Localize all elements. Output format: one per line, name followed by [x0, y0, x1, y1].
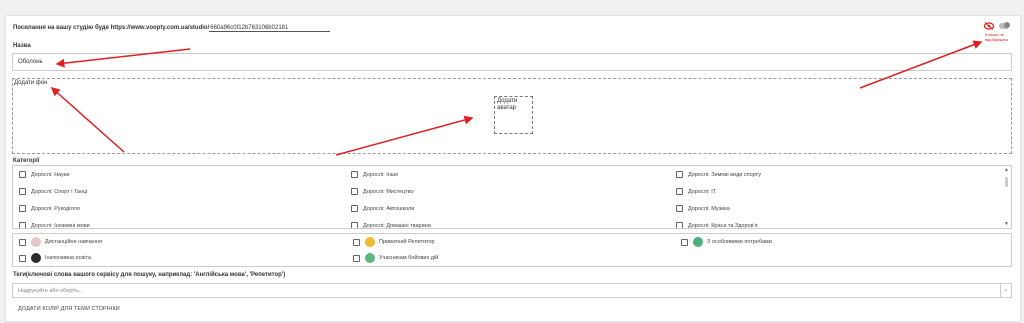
categories-scrollbar[interactable]: ▲ ▼ — [1003, 167, 1010, 228]
eye-off-icon[interactable] — [984, 22, 994, 30]
studio-link-input[interactable]: 660a96c0f12b763106b02181 — [209, 25, 331, 32]
studio-link-row: Посилання на вашу студію буде https://ww… — [13, 25, 331, 32]
special-option[interactable]: З особливими потребами — [681, 237, 772, 247]
checkbox[interactable] — [681, 238, 688, 246]
add-theme-color-button[interactable]: ДОДАТИ КОЛІР ДЛЯ ТЕМИ СТОРІНКИ — [18, 306, 120, 312]
category-item[interactable]: Дорослі: Автошколи — [351, 205, 414, 212]
category-item[interactable]: Дорослі: Науки — [19, 171, 69, 178]
name-input[interactable]: Оболонь — [12, 53, 1012, 71]
scrollbar-thumb[interactable] — [1005, 177, 1008, 187]
checkbox[interactable] — [351, 188, 358, 195]
checkbox[interactable] — [19, 188, 26, 195]
category-item[interactable]: Дорослі: Музика — [676, 205, 730, 212]
special-needs-icon — [693, 237, 703, 247]
special-option[interactable]: Учасникам бойових дій — [353, 253, 438, 263]
laptop-icon — [31, 237, 41, 247]
checkbox[interactable] — [351, 205, 358, 212]
add-avatar-dropzone[interactable]: Додати аватар — [494, 96, 533, 134]
visibility-toggle[interactable] — [999, 22, 1010, 29]
studio-link-label: Посилання на вашу студію буде https://ww… — [13, 25, 210, 31]
visibility-label: Більше не відображати — [985, 32, 1009, 42]
category-item[interactable]: Дорослі: Інше — [351, 171, 398, 178]
categories-list[interactable]: Дорослі: Науки Дорослі: Інше Дорослі: Зи… — [12, 165, 1012, 229]
scroll-up-icon[interactable]: ▲ — [1004, 168, 1009, 173]
special-option[interactable]: Дистанційне навчання — [19, 237, 102, 247]
checkbox[interactable] — [19, 171, 26, 178]
category-item[interactable]: Дорослі: Домашні тварини — [351, 222, 431, 228]
checkbox[interactable] — [676, 222, 683, 228]
special-option[interactable]: Інклюзивна освіта — [19, 253, 91, 263]
checkbox[interactable] — [676, 205, 683, 212]
category-item[interactable]: Дорослі: Спорт і Танці — [19, 188, 88, 195]
category-item[interactable]: Дорослі: Іноземні мови — [19, 222, 90, 228]
tags-label: Теги(ключові слова вашого сервісу для по… — [13, 272, 286, 278]
add-background-label: Додати фон — [14, 80, 48, 86]
category-item[interactable]: Дорослі: Зимові види спорту — [676, 171, 761, 178]
checkbox[interactable] — [19, 254, 26, 262]
chevron-down-icon[interactable]: ⌄ — [1000, 284, 1011, 297]
tags-placeholder: Надрукуйте або оберіть... — [18, 288, 84, 294]
category-item[interactable]: Дорослі: IT — [676, 188, 716, 195]
checkbox[interactable] — [676, 188, 683, 195]
inclusive-icon — [31, 253, 41, 263]
checkbox[interactable] — [19, 222, 26, 228]
military-icon — [365, 253, 375, 263]
checkbox[interactable] — [353, 254, 360, 262]
checkbox[interactable] — [19, 205, 26, 212]
category-item[interactable]: Дорослі: Рукоділля — [19, 205, 80, 212]
categories-label: Категорії — [13, 158, 40, 164]
category-item[interactable]: Дорослі: Мистецтво — [351, 188, 414, 195]
tags-input[interactable]: Надрукуйте або оберіть... ⌄ — [12, 283, 1012, 298]
studio-edit-card: Посилання на вашу студію буде https://ww… — [5, 15, 1021, 322]
checkbox[interactable] — [353, 238, 360, 246]
checkbox[interactable] — [351, 222, 358, 228]
category-item[interactable]: Дорослі: Краса та Здоров'я — [676, 222, 758, 228]
tutor-icon — [365, 237, 375, 247]
special-option[interactable]: Приватний Репетитор — [353, 237, 435, 247]
checkbox[interactable] — [676, 171, 683, 178]
checkbox[interactable] — [19, 238, 26, 246]
special-options: Дистанційне навчання Приватний Репетитор… — [12, 233, 1012, 267]
checkbox[interactable] — [351, 171, 358, 178]
scroll-down-icon[interactable]: ▼ — [1004, 222, 1009, 227]
name-field-label: Назва — [13, 43, 31, 49]
